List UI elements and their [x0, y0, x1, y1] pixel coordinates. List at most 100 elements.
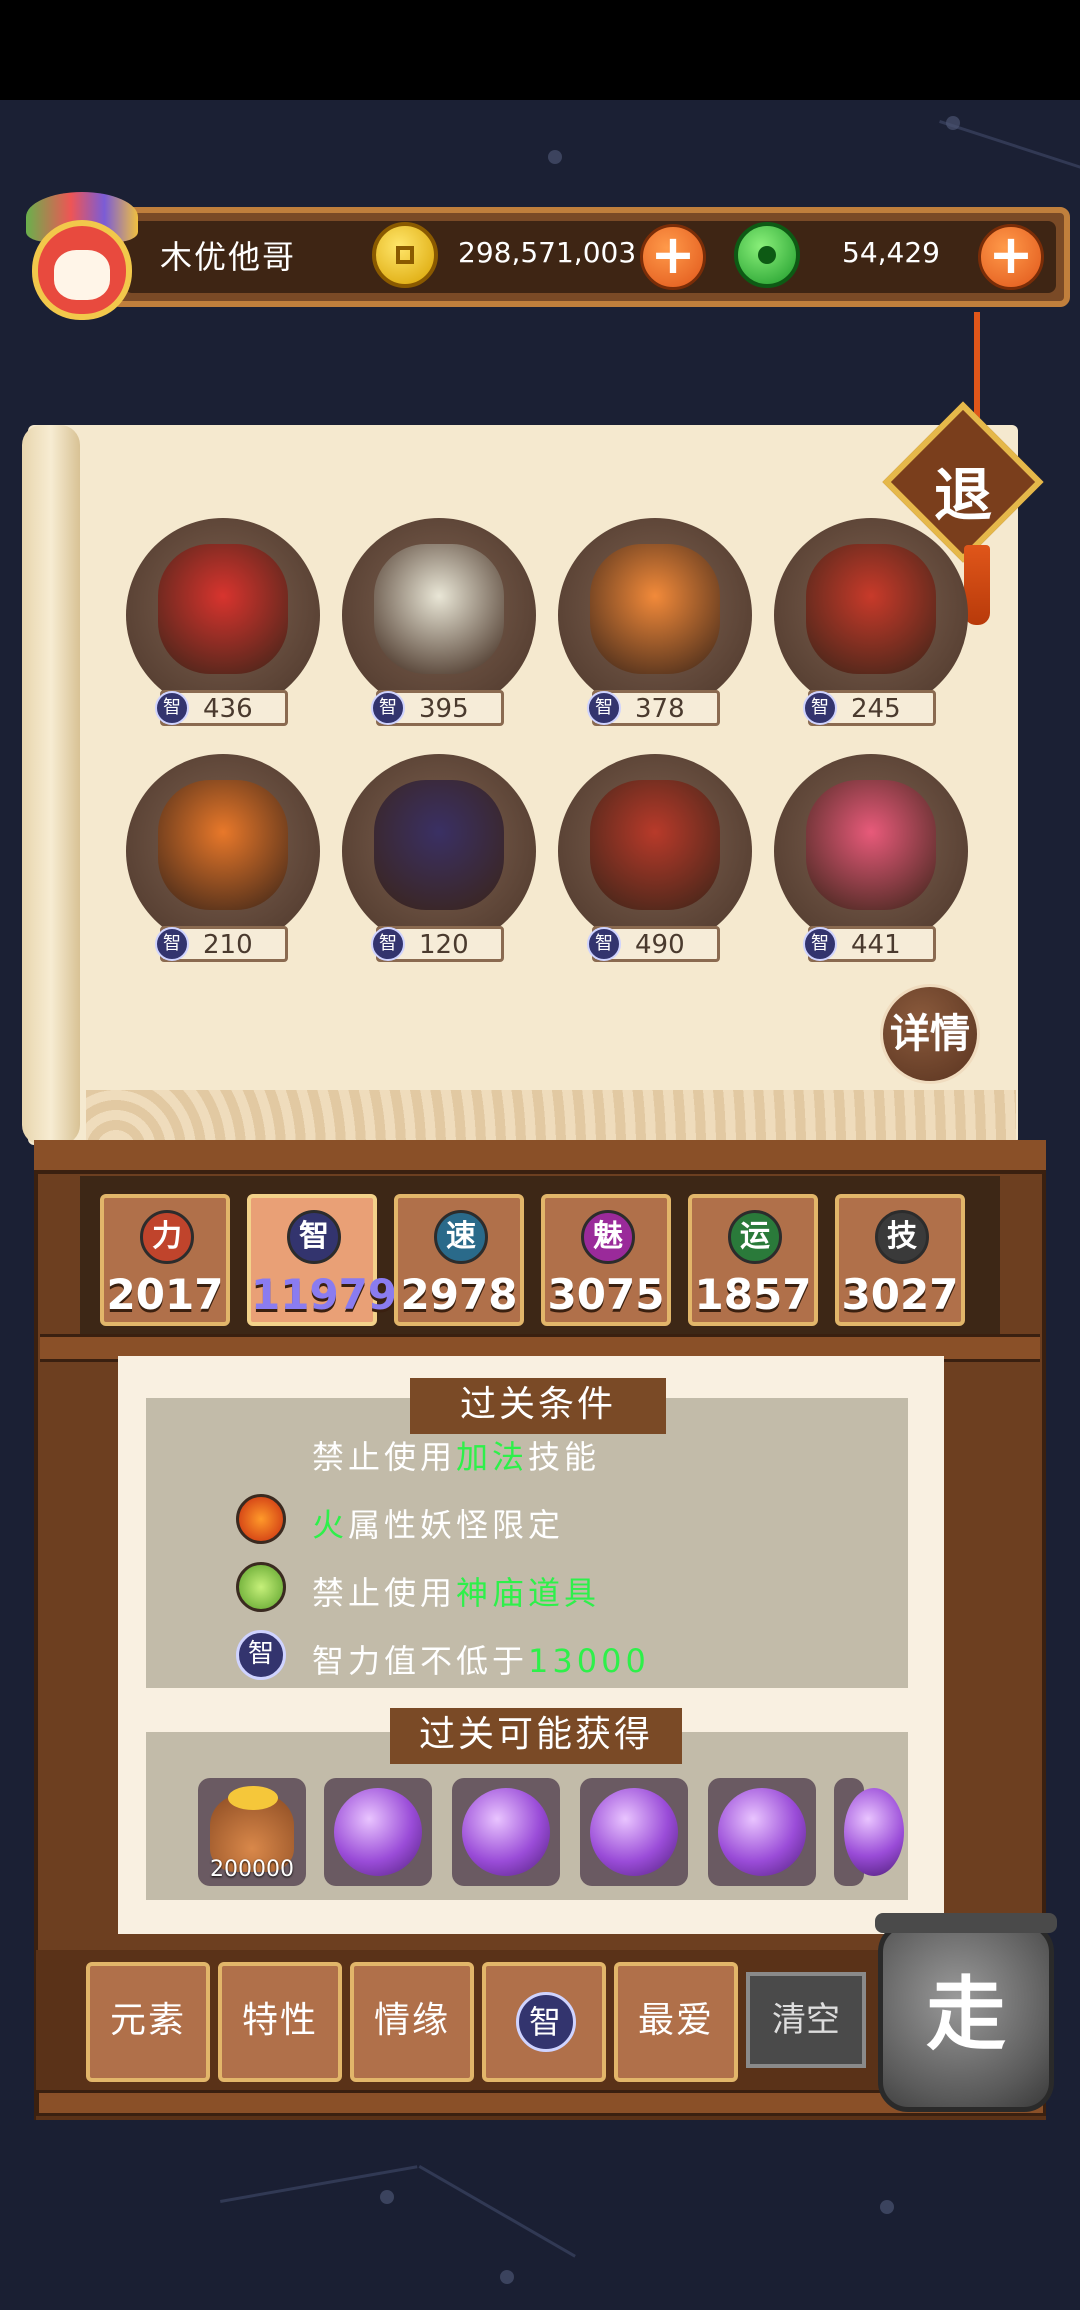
monster-portrait: [806, 780, 936, 910]
stat-tab[interactable]: 运 1857: [688, 1194, 818, 1326]
intelligence-icon: 智: [516, 1992, 576, 2052]
team-monster-slot[interactable]: [126, 518, 320, 712]
star: [380, 2190, 394, 2204]
team-monster-slot[interactable]: [558, 518, 752, 712]
monster-intelligence-badge: 智 245: [803, 690, 936, 726]
purple-orb-icon: [844, 1788, 904, 1876]
monster-portrait: [158, 780, 288, 910]
monster-intelligence-badge: 智 378: [587, 690, 720, 726]
monster-portrait: [590, 780, 720, 910]
gold-coin-icon: [372, 222, 438, 288]
background-floor: [0, 2100, 1080, 2310]
constellation-line: [939, 120, 1080, 173]
player-avatar[interactable]: [14, 180, 150, 330]
monster-intelligence-value: 441: [851, 930, 901, 960]
player-name: 木优他哥: [160, 238, 297, 276]
gem-amount: 54,429: [842, 236, 940, 269]
intelligence-icon: 智: [587, 927, 621, 961]
reward-gold-bag[interactable]: 200000: [198, 1778, 306, 1886]
stat-value: 1857: [694, 1270, 812, 1319]
monster-intelligence-badge: 智 120: [371, 926, 504, 962]
star: [946, 116, 960, 130]
monster-portrait: [158, 544, 288, 674]
intelligence-icon: 智: [803, 691, 837, 725]
clear-button[interactable]: 清空: [746, 1972, 866, 2068]
condition-no-addition: 禁止使用加法技能: [312, 1438, 601, 1476]
monster-portrait: [590, 544, 720, 674]
team-monster-slot[interactable]: [342, 754, 536, 948]
cabinet-top: [34, 1140, 1046, 1174]
monster-intelligence-value: 378: [635, 694, 685, 724]
stat-icon: 速: [434, 1210, 488, 1264]
stat-icon: 技: [875, 1210, 929, 1264]
reward-orb[interactable]: [452, 1778, 560, 1886]
reward-orb[interactable]: [324, 1778, 432, 1886]
purple-orb-icon: [718, 1788, 806, 1876]
rewards-title: 过关可能获得: [390, 1708, 682, 1764]
monster-intelligence-badge: 智 490: [587, 926, 720, 962]
intelligence-icon: 智: [803, 927, 837, 961]
stat-value: 2978: [400, 1270, 518, 1319]
purple-orb-icon: [334, 1788, 422, 1876]
monster-portrait: [374, 544, 504, 674]
team-monster-slot[interactable]: [342, 518, 536, 712]
star: [548, 150, 562, 164]
monster-intelligence-value: 490: [635, 930, 685, 960]
stat-icon: 力: [140, 1210, 194, 1264]
stat-tab[interactable]: 技 3027: [835, 1194, 965, 1326]
intelligence-icon: 智: [155, 927, 189, 961]
monster-portrait: [806, 544, 936, 674]
star: [880, 2200, 894, 2214]
go-button[interactable]: 走: [875, 1913, 1057, 2112]
stat-tab[interactable]: 速 2978: [394, 1194, 524, 1326]
stat-value: 3075: [547, 1270, 665, 1319]
stat-tab[interactable]: 魅 3075: [541, 1194, 671, 1326]
condition-no-temple-items: 禁止使用神庙道具: [312, 1574, 601, 1612]
add-gold-button[interactable]: +: [640, 224, 706, 290]
scroll-roll: [22, 425, 80, 1145]
monster-intelligence-badge: 智 395: [371, 690, 504, 726]
reward-orb[interactable]: [580, 1778, 688, 1886]
status-bar: [0, 0, 1080, 100]
intelligence-icon: 智: [371, 927, 405, 961]
reward-orb[interactable]: [708, 1778, 816, 1886]
monster-intelligence-badge: 智 210: [155, 926, 288, 962]
fire-icon: [236, 1494, 286, 1544]
stat-tab[interactable]: 力 2017: [100, 1194, 230, 1326]
intelligence-icon: 智: [155, 691, 189, 725]
intelligence-icon: 智: [371, 691, 405, 725]
team-monster-slot[interactable]: [774, 754, 968, 948]
intelligence-icon: 智: [587, 691, 621, 725]
exit-label[interactable]: 退: [900, 448, 1026, 532]
monster-intelligence-value: 120: [419, 930, 469, 960]
exit-string: [974, 312, 980, 422]
monster-intelligence-value: 436: [203, 694, 253, 724]
condition-min-intelligence: 智力值不低于13000: [312, 1642, 650, 1680]
filter-button[interactable]: 元素: [86, 1962, 210, 2082]
monster-intelligence-badge: 智 436: [155, 690, 288, 726]
monster-intelligence-badge: 智 441: [803, 926, 936, 962]
purple-orb-icon: [462, 1788, 550, 1876]
filter-button[interactable]: 情缘: [350, 1962, 474, 2082]
team-monster-slot[interactable]: [126, 754, 320, 948]
stat-value: 3027: [841, 1270, 959, 1319]
filter-button[interactable]: 特性: [218, 1962, 342, 2082]
stat-tab[interactable]: 智 11979: [247, 1194, 398, 1326]
team-monster-slot[interactable]: [558, 754, 752, 948]
filter-button[interactable]: 最爱: [614, 1962, 738, 2082]
stat-icon: 运: [728, 1210, 782, 1264]
detail-button[interactable]: 详情: [880, 984, 980, 1084]
condition-fire-only: 火属性妖怪限定: [312, 1506, 565, 1544]
monster-portrait: [374, 780, 504, 910]
monster-intelligence-value: 395: [419, 694, 469, 724]
add-gems-button[interactable]: +: [978, 224, 1044, 290]
temple-item-icon: [236, 1562, 286, 1612]
stat-value: 11979: [251, 1270, 398, 1319]
stat-icon: 魅: [581, 1210, 635, 1264]
team-monster-slot[interactable]: [774, 518, 968, 712]
monster-intelligence-value: 245: [851, 694, 901, 724]
reward-orb-partial[interactable]: [834, 1778, 904, 1886]
conditions-title: 过关条件: [410, 1378, 666, 1434]
jade-gem-icon: [734, 222, 800, 288]
filter-button[interactable]: 智: [482, 1962, 606, 2082]
